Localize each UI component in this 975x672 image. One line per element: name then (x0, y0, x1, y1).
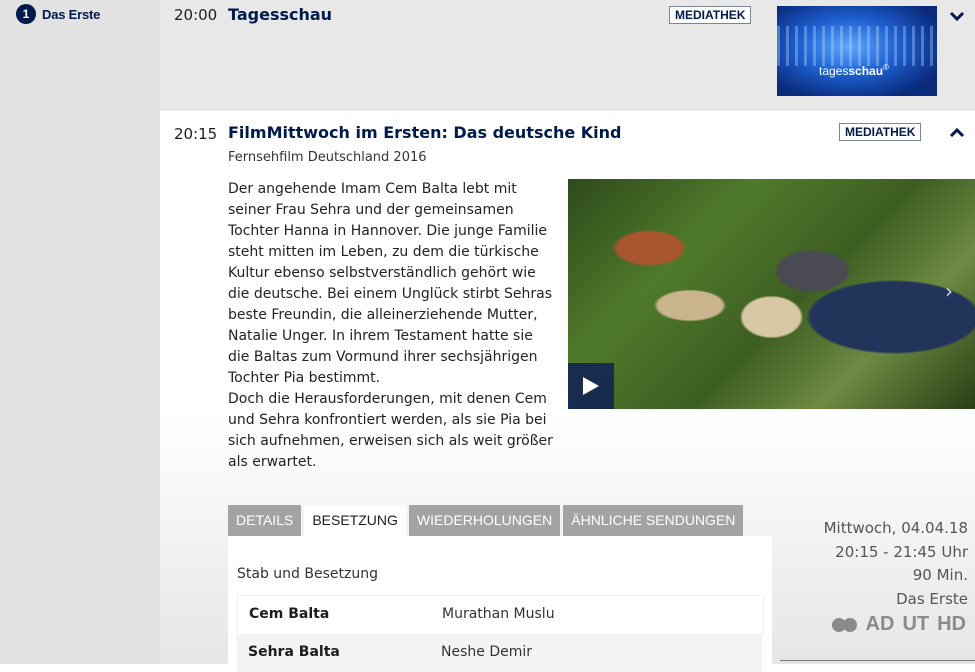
mediathek-badge[interactable]: MEDIATHEK (669, 6, 752, 24)
chevron-down-icon[interactable] (949, 10, 965, 22)
mediathek-badge[interactable]: MEDIATHEK (839, 123, 922, 141)
sidebar: 1 Das Erste (0, 0, 160, 664)
brand-name: Das Erste (42, 6, 101, 22)
tab-details[interactable]: DETAILS (228, 505, 302, 536)
audio-description-icon: AD (865, 613, 895, 635)
program-title[interactable]: FilmMittwoch im Ersten: Das deutsche Kin… (228, 123, 621, 142)
divider (780, 660, 975, 661)
broadcast-time: 20:15 - 21:45 Uhr (835, 542, 968, 561)
thumbnail-logo-text-bold: schau (848, 64, 884, 78)
play-button[interactable] (568, 363, 614, 409)
cast-actor: Neshe Demir (441, 644, 532, 660)
table-row: Sehra Balta Neshe Demir (237, 634, 762, 672)
broadcast-channel: Das Erste (896, 589, 968, 608)
broadcast-date: Mittwoch, 04.04.18 (823, 519, 968, 537)
program-row-tagesschau[interactable]: 20:00 Tagesschau MEDIATHEK tagesschau® (160, 0, 975, 111)
stereo-icon (831, 617, 858, 632)
chevron-up-icon[interactable] (949, 127, 965, 139)
das-erste-icon: 1 (16, 4, 36, 24)
cast-role: Sehra Balta (248, 644, 340, 660)
cast-actor: Murathan Muslu (442, 606, 555, 622)
program-title[interactable]: Tagesschau (228, 5, 332, 24)
play-icon (583, 377, 599, 395)
tab-wiederholungen[interactable]: WIEDERHOLUNGEN (408, 505, 561, 536)
chevron-right-icon[interactable]: › (945, 279, 953, 303)
program-row-filmmittwoch: 20:15 FilmMittwoch im Ersten: Das deutsc… (160, 111, 975, 672)
cast-panel: Stab und Besetzung Cem Balta Murathan Mu… (228, 536, 772, 672)
program-description: Der angehende Imam Cem Balta lebt mit se… (228, 181, 553, 470)
program-hero-image[interactable]: › (568, 179, 975, 409)
thumbnail-logo-text: tagesschau® (819, 63, 889, 78)
world-map-graphic (777, 26, 937, 66)
broadcast-meta: Mittwoch, 04.04.18 20:15 - 21:45 Uhr 90 … (824, 517, 968, 611)
table-row: Cem Balta Murathan Muslu (237, 595, 764, 635)
detail-tabs: DETAILS BESETZUNG WIEDERHOLUNGEN ÄHNLICH… (228, 505, 744, 536)
program-time: 20:00 (174, 6, 218, 24)
accessibility-icons: AD UT HD (831, 613, 966, 636)
subtitles-icon: UT (902, 613, 930, 635)
program-subtitle: Fernsehfilm Deutschland 2016 (228, 150, 427, 165)
thumbnail-logo-registered: ® (883, 63, 889, 72)
thumbnail-logo-text-plain: tages (819, 64, 849, 78)
program-thumbnail[interactable]: tagesschau® (777, 6, 937, 96)
broadcast-duration: 90 Min. (912, 566, 968, 584)
tab-besetzung[interactable]: BESETZUNG (304, 505, 406, 536)
panel-title: Stab und Besetzung (237, 566, 378, 582)
hd-icon: HD (937, 613, 966, 635)
cast-role: Cem Balta (249, 606, 330, 622)
program-time: 20:15 (174, 125, 218, 143)
tab-aehnliche-sendungen[interactable]: ÄHNLICHE SENDUNGEN (563, 505, 744, 536)
das-erste-logo[interactable]: 1 Das Erste (16, 4, 100, 24)
